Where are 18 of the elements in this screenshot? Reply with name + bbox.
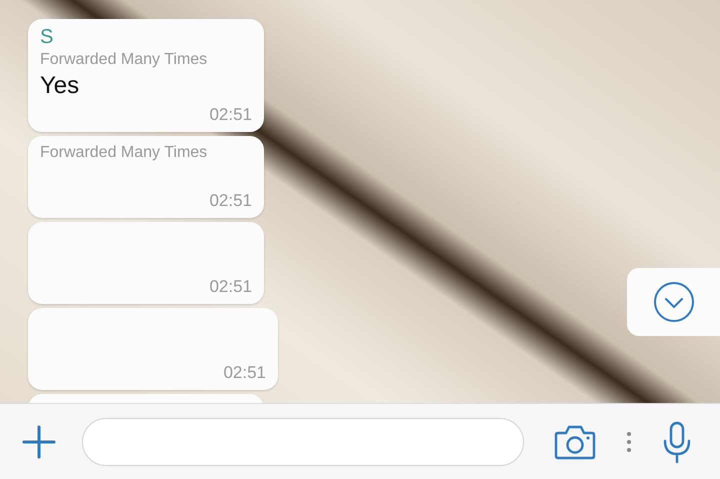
message-time: 02:51 xyxy=(209,105,252,125)
chevron-down-circle-icon xyxy=(652,281,694,323)
message-text: Yes xyxy=(40,71,80,101)
message-time: 02:51 xyxy=(223,363,266,383)
more-icon[interactable] xyxy=(626,430,632,452)
sender-name: S xyxy=(40,25,54,49)
scroll-down-button[interactable] xyxy=(627,268,720,336)
forwarded-label: Forwarded Many Times xyxy=(40,143,208,163)
message-time: 02:51 xyxy=(209,191,252,211)
microphone-icon xyxy=(662,420,692,462)
microphone-button[interactable] xyxy=(662,420,692,462)
plus-icon xyxy=(22,424,56,458)
camera-icon xyxy=(554,424,596,460)
attach-button[interactable] xyxy=(22,424,56,458)
forwarded-label: Forwarded Many Times xyxy=(40,50,208,70)
message-time: 02:51 xyxy=(209,277,252,297)
message-input-field[interactable] xyxy=(82,418,524,466)
camera-button[interactable] xyxy=(554,424,596,460)
